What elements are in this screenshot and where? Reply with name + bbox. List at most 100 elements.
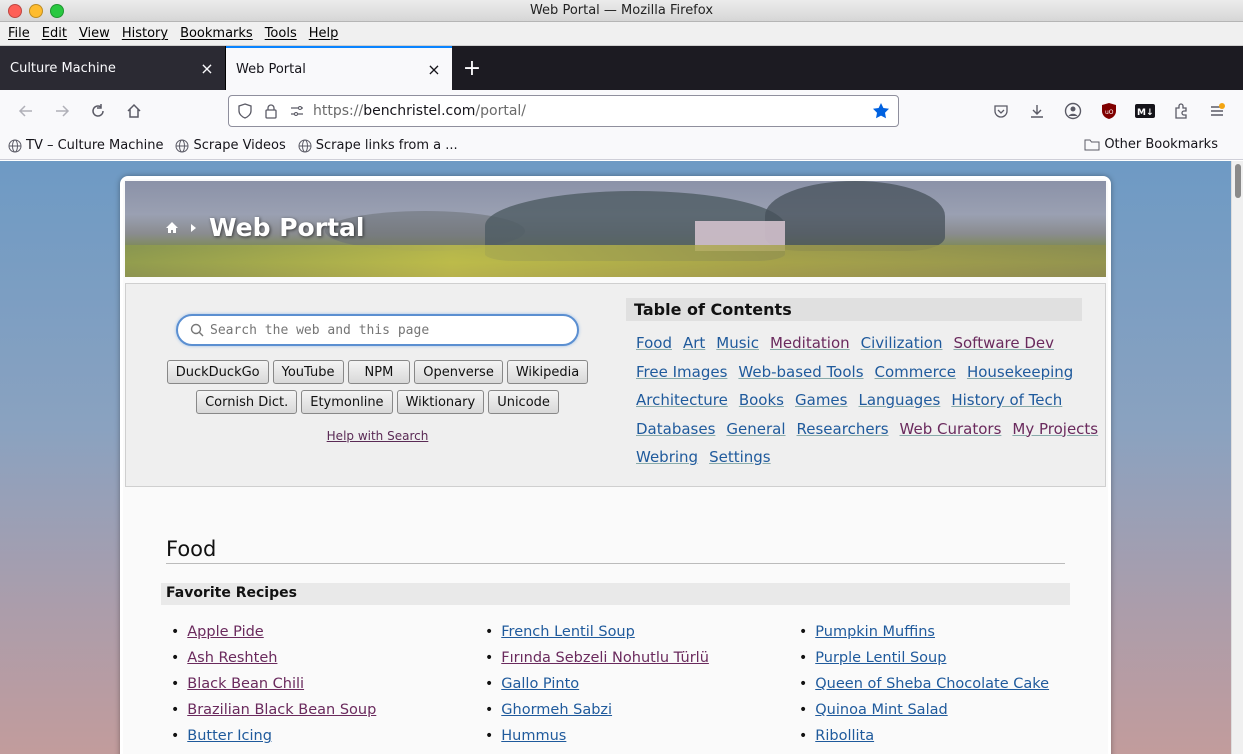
toc-link-languages[interactable]: Languages [858,391,940,409]
toc-link-web-curators[interactable]: Web Curators [900,420,1002,438]
lock-icon[interactable] [263,103,279,119]
wiktionary-button[interactable]: Wiktionary [396,390,485,414]
toc-heading: Table of Contents [626,298,1082,321]
pocket-button[interactable] [983,95,1019,127]
recipe-link[interactable]: Purple Lentil Soup [815,650,946,666]
toc-link-art[interactable]: Art [683,334,705,352]
menu-edit[interactable]: Edit [36,26,73,41]
list-item: Pumpkin Muffins [799,619,1049,645]
openverse-button[interactable]: Openverse [414,360,503,384]
toc-link-general[interactable]: General [726,420,785,438]
downloads-button[interactable] [1019,95,1055,127]
recipe-link[interactable]: Fırında Sebzeli Nohutlu Türlü [501,650,709,666]
window-titlebar: Web Portal — Mozilla Firefox [0,0,1243,22]
recipe-link[interactable]: Quinoa Mint Salad [815,702,947,718]
account-button[interactable] [1055,95,1091,127]
menu-help[interactable]: Help [303,26,345,41]
page-scrollbar[interactable] [1231,161,1243,754]
url-path: /portal/ [475,103,527,119]
close-tab-icon[interactable]: × [199,59,215,78]
scrollbar-thumb[interactable] [1235,164,1241,198]
tab-culture-machine[interactable]: Culture Machine × [0,46,226,90]
reload-button[interactable] [80,95,116,127]
url-text[interactable]: https://benchristel.com/portal/ [313,103,872,119]
close-tab-icon[interactable]: × [426,60,442,79]
menu-tools[interactable]: Tools [259,26,303,41]
markdown-button[interactable]: M↓ [1127,95,1163,127]
toc-link-food[interactable]: Food [636,334,672,352]
home-icon[interactable] [165,221,179,234]
zoom-window-button[interactable] [50,4,64,18]
recipe-link[interactable]: Brazilian Black Bean Soup [187,702,376,718]
toc-links: Food Art Music Meditation Civilization Softwa… [626,329,1098,472]
bookmark-scrape-links[interactable]: Scrape links from a ... [298,138,458,153]
recipe-link[interactable]: Ash Reshteh [187,650,277,666]
toc-link-housekeeping[interactable]: Housekeeping [967,363,1073,381]
menu-history[interactable]: History [116,26,174,41]
menu-view[interactable]: View [73,26,116,41]
bookmark-label: Scrape Videos [193,138,286,153]
toc-link-civilization[interactable]: Civilization [861,334,943,352]
toc-link-my-projects[interactable]: My Projects [1012,420,1098,438]
toc-link-databases[interactable]: Databases [636,420,715,438]
new-tab-button[interactable]: + [452,46,492,90]
other-bookmarks[interactable]: Other Bookmarks [1084,137,1218,152]
search-input[interactable] [210,322,560,338]
home-button[interactable] [116,95,152,127]
toc-link-webring[interactable]: Webring [636,448,698,466]
subheading-favorite-recipes: Favorite Recipes [161,583,1070,605]
menu-bar: File Edit View History Bookmarks Tools H… [0,22,1243,46]
bookmark-tv-culture-machine[interactable]: TV – Culture Machine [8,138,163,153]
recipe-link[interactable]: Ghormeh Sabzi [501,702,612,718]
toc-link-researchers[interactable]: Researchers [797,420,889,438]
toc-link-history-of-tech[interactable]: History of Tech [951,391,1062,409]
duckduckgo-button[interactable]: DuckDuckGo [166,360,269,384]
cornish-dict-button[interactable]: Cornish Dict. [196,390,298,414]
extensions-button[interactable] [1163,95,1199,127]
forward-button[interactable] [44,95,80,127]
recipe-link[interactable]: Queen of Sheba Chocolate Cake [815,676,1049,692]
url-bar[interactable]: https://benchristel.com/portal/ [228,95,899,127]
bookmark-scrape-videos[interactable]: Scrape Videos [175,138,286,153]
wikipedia-button[interactable]: Wikipedia [506,360,589,384]
toc-link-web-based-tools[interactable]: Web-based Tools [738,363,863,381]
globe-icon [8,139,22,152]
list-item: Fırında Sebzeli Nohutlu Türlü [485,645,709,671]
recipe-link[interactable]: Butter Icing [187,728,272,744]
etymonline-button[interactable]: Etymonline [301,390,393,414]
toc-link-commerce[interactable]: Commerce [875,363,956,381]
app-menu-button[interactable] [1199,95,1235,127]
toc-link-games[interactable]: Games [795,391,847,409]
recipe-link[interactable]: Pumpkin Muffins [815,624,935,640]
toc-link-settings[interactable]: Settings [709,448,771,466]
minimize-window-button[interactable] [29,4,43,18]
recipe-link[interactable]: French Lentil Soup [501,624,635,640]
navigation-toolbar: https://benchristel.com/portal/ uO M↓ [0,90,1243,132]
toc-link-books[interactable]: Books [739,391,784,409]
unicode-button[interactable]: Unicode [488,390,559,414]
search-box[interactable] [176,314,579,346]
recipe-link[interactable]: Apple Pide [187,624,263,640]
youtube-button[interactable]: YouTube [272,360,344,384]
recipe-link[interactable]: Hummus [501,728,566,744]
toc-link-meditation[interactable]: Meditation [770,334,850,352]
menu-file[interactable]: File [2,26,36,41]
recipe-link[interactable]: Ribollita [815,728,874,744]
help-with-search-link[interactable]: Help with Search [126,429,629,443]
toc-link-architecture[interactable]: Architecture [636,391,728,409]
toc-link-free-images[interactable]: Free Images [636,363,727,381]
recipe-link[interactable]: Gallo Pinto [501,676,579,692]
bookmark-star-icon[interactable] [872,102,890,120]
close-window-button[interactable] [8,4,22,18]
back-button[interactable] [8,95,44,127]
recipe-link[interactable]: Black Bean Chili [187,676,304,692]
recipe-list-col2: French Lentil Soup Fırında Sebzeli Nohut… [485,619,709,749]
npm-button[interactable]: NPM [347,360,411,384]
permissions-icon[interactable] [289,103,305,119]
toc-link-music[interactable]: Music [716,334,759,352]
toc-link-software-dev[interactable]: Software Dev [953,334,1054,352]
menu-bookmarks[interactable]: Bookmarks [174,26,259,41]
shield-icon[interactable] [237,103,253,119]
tab-web-portal[interactable]: Web Portal × [226,46,452,90]
ublock-button[interactable]: uO [1091,95,1127,127]
